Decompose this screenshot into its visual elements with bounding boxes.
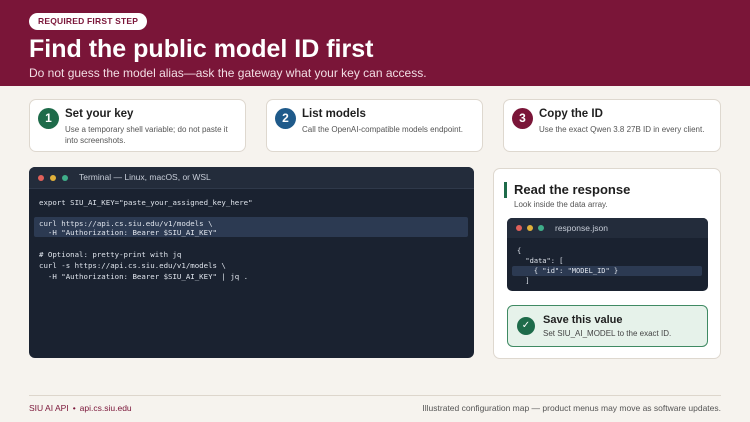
check-icon: ✓ bbox=[517, 317, 535, 335]
step-description: Use a temporary shell variable; do not p… bbox=[65, 125, 228, 145]
footer-domain-link[interactable]: api.cs.siu.edu bbox=[80, 403, 132, 413]
close-dot-icon bbox=[516, 225, 522, 231]
panel-subtitle: Look inside the data array. bbox=[514, 200, 608, 209]
maximize-dot-icon bbox=[62, 175, 68, 181]
header-banner: REQUIRED FIRST STEP Find the public mode… bbox=[0, 0, 750, 86]
json-title-bar: response.json bbox=[507, 218, 708, 238]
step-title: Copy the ID bbox=[539, 108, 603, 120]
response-json-window: response.json { "data": [ { "id": "MODEL… bbox=[507, 218, 708, 291]
maximize-dot-icon bbox=[538, 225, 544, 231]
footer-divider bbox=[29, 395, 721, 396]
step-description: Call the OpenAI-compatible models endpoi… bbox=[302, 125, 463, 134]
step-number: 3 bbox=[512, 108, 533, 129]
terminal-line[interactable]: -H "Authorization: Bearer $SIU_AI_KEY" |… bbox=[39, 271, 248, 282]
step-number: 1 bbox=[38, 108, 59, 129]
json-file-title: response.json bbox=[555, 223, 608, 233]
json-line: { bbox=[517, 247, 522, 255]
required-badge: REQUIRED FIRST STEP bbox=[29, 13, 148, 30]
terminal-window: Terminal — Linux, macOS, or WSL export S… bbox=[29, 167, 474, 358]
step-number: 2 bbox=[275, 108, 296, 129]
terminal-line[interactable]: curl -s https://api.cs.siu.edu/v1/models… bbox=[39, 260, 226, 271]
footer-brand-name: SIU AI API bbox=[29, 403, 69, 413]
step-card-1: 1 Set your key Use a temporary shell var… bbox=[29, 99, 246, 152]
response-panel: Read the response Look inside the data a… bbox=[493, 168, 721, 359]
minimize-dot-icon bbox=[527, 225, 533, 231]
terminal-line[interactable]: export SIU_AI_KEY="paste_your_assigned_k… bbox=[39, 197, 253, 208]
step-description: Use the exact Qwen 3.8 27B ID in every c… bbox=[539, 125, 705, 134]
step-title: Set your key bbox=[65, 108, 134, 120]
panel-accent-bar bbox=[504, 182, 507, 198]
save-value-callout: ✓ Save this value Set SIU_AI_MODEL to th… bbox=[507, 305, 708, 347]
step-title: List models bbox=[302, 108, 366, 120]
json-line: "data": [ bbox=[517, 257, 564, 265]
footer-brand: SIU AI API • api.cs.siu.edu bbox=[29, 403, 132, 413]
page-subtitle: Do not guess the model alias—ask the gat… bbox=[29, 66, 427, 80]
save-description: Set SIU_AI_MODEL to the exact ID. bbox=[543, 329, 672, 338]
json-line: { "id": "MODEL_ID" } bbox=[517, 267, 619, 275]
terminal-line[interactable]: -H "Authorization: Bearer $SIU_AI_KEY" bbox=[39, 227, 217, 238]
step-card-3: 3 Copy the ID Use the exact Qwen 3.8 27B… bbox=[503, 99, 721, 152]
step-card-2: 2 List models Call the OpenAI-compatible… bbox=[266, 99, 483, 152]
page-title: Find the public model ID first bbox=[29, 35, 374, 63]
close-dot-icon bbox=[38, 175, 44, 181]
terminal-comment[interactable]: # Optional: pretty-print with jq bbox=[39, 249, 181, 260]
save-title: Save this value bbox=[543, 314, 623, 326]
minimize-dot-icon bbox=[50, 175, 56, 181]
footer-note: Illustrated configuration map — product … bbox=[422, 403, 721, 413]
json-line: ] bbox=[517, 277, 530, 285]
terminal-title-bar: Terminal — Linux, macOS, or WSL bbox=[29, 167, 474, 189]
panel-title: Read the response bbox=[514, 182, 631, 197]
terminal-title: Terminal — Linux, macOS, or WSL bbox=[79, 172, 211, 182]
footer-separator: • bbox=[72, 403, 76, 413]
